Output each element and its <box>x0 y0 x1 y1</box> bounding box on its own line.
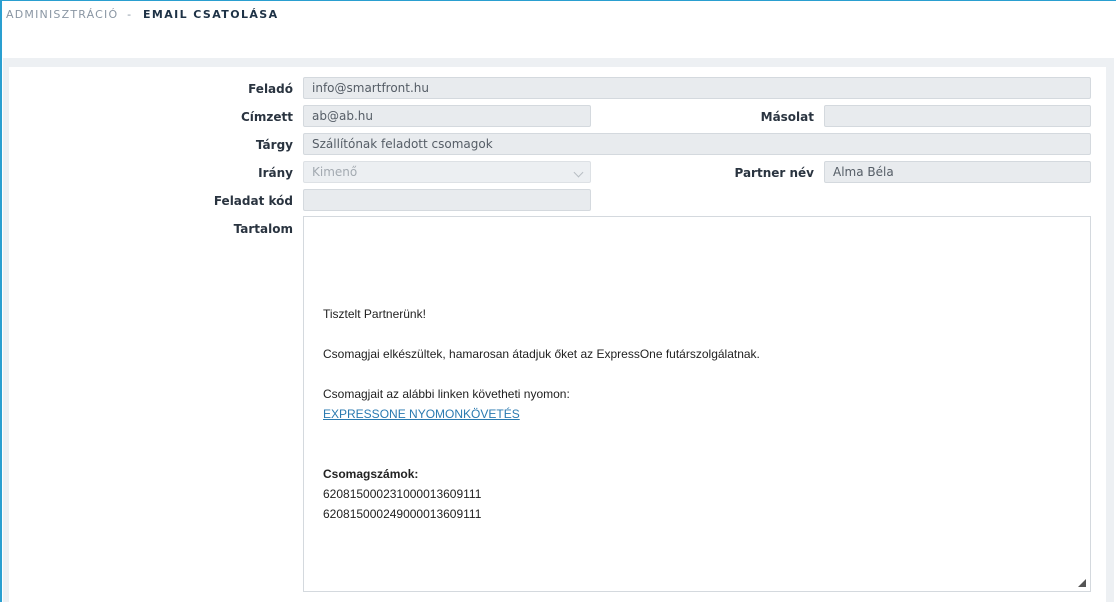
package-number-1: 620815000231000013609111 <box>323 487 482 501</box>
body-line-2: Csomagjait az alábbi linken követheti ny… <box>323 387 570 401</box>
direction-select[interactable]: Kimenő <box>303 161 591 183</box>
task-code-label: Feladat kód <box>213 194 293 208</box>
breadcrumb-current: EMAIL CSATOLÁSA <box>142 8 279 21</box>
recipient-label: Címzett <box>240 110 293 124</box>
task-code-field[interactable] <box>303 189 591 211</box>
cc-field[interactable] <box>824 105 1091 127</box>
greeting-text: Tisztelt Partnerünk! <box>323 307 426 321</box>
partner-name-label: Partner név <box>734 166 814 180</box>
body-line-1: Csomagjai elkészültek, hamarosan átadjuk… <box>323 347 760 361</box>
breadcrumb: ADMINISZTRÁCIÓ - EMAIL CSATOLÁSA <box>6 8 279 21</box>
resize-handle[interactable] <box>1078 579 1086 587</box>
content-editor[interactable]: Tisztelt Partnerünk! Csomagjai elkészült… <box>303 216 1091 592</box>
recipient-field[interactable]: ab@ab.hu <box>303 105 591 127</box>
cc-label: Másolat <box>760 110 814 124</box>
sender-field[interactable]: info@smartfront.hu <box>303 77 1091 99</box>
subject-field[interactable]: Szállítónak feladott csomagok <box>303 133 1091 155</box>
tracking-link[interactable]: EXPRESSONE NYOMONKÖVETÉS <box>323 407 520 421</box>
breadcrumb-parent[interactable]: ADMINISZTRÁCIÓ <box>6 8 118 21</box>
partner-name-field[interactable]: Alma Béla <box>824 161 1091 183</box>
packages-title: Csomagszámok: <box>323 467 419 481</box>
chevron-down-icon <box>573 167 584 178</box>
sender-label: Feladó <box>248 82 293 96</box>
package-number-2: 620815000249000013609111 <box>323 507 482 521</box>
content-label: Tartalom <box>233 222 293 236</box>
direction-select-value: Kimenő <box>312 165 358 179</box>
subject-label: Tárgy <box>255 138 293 152</box>
direction-label: Irány <box>258 166 293 180</box>
breadcrumb-separator: - <box>127 8 133 21</box>
email-body: Tisztelt Partnerünk! Csomagjai elkészült… <box>323 304 760 524</box>
